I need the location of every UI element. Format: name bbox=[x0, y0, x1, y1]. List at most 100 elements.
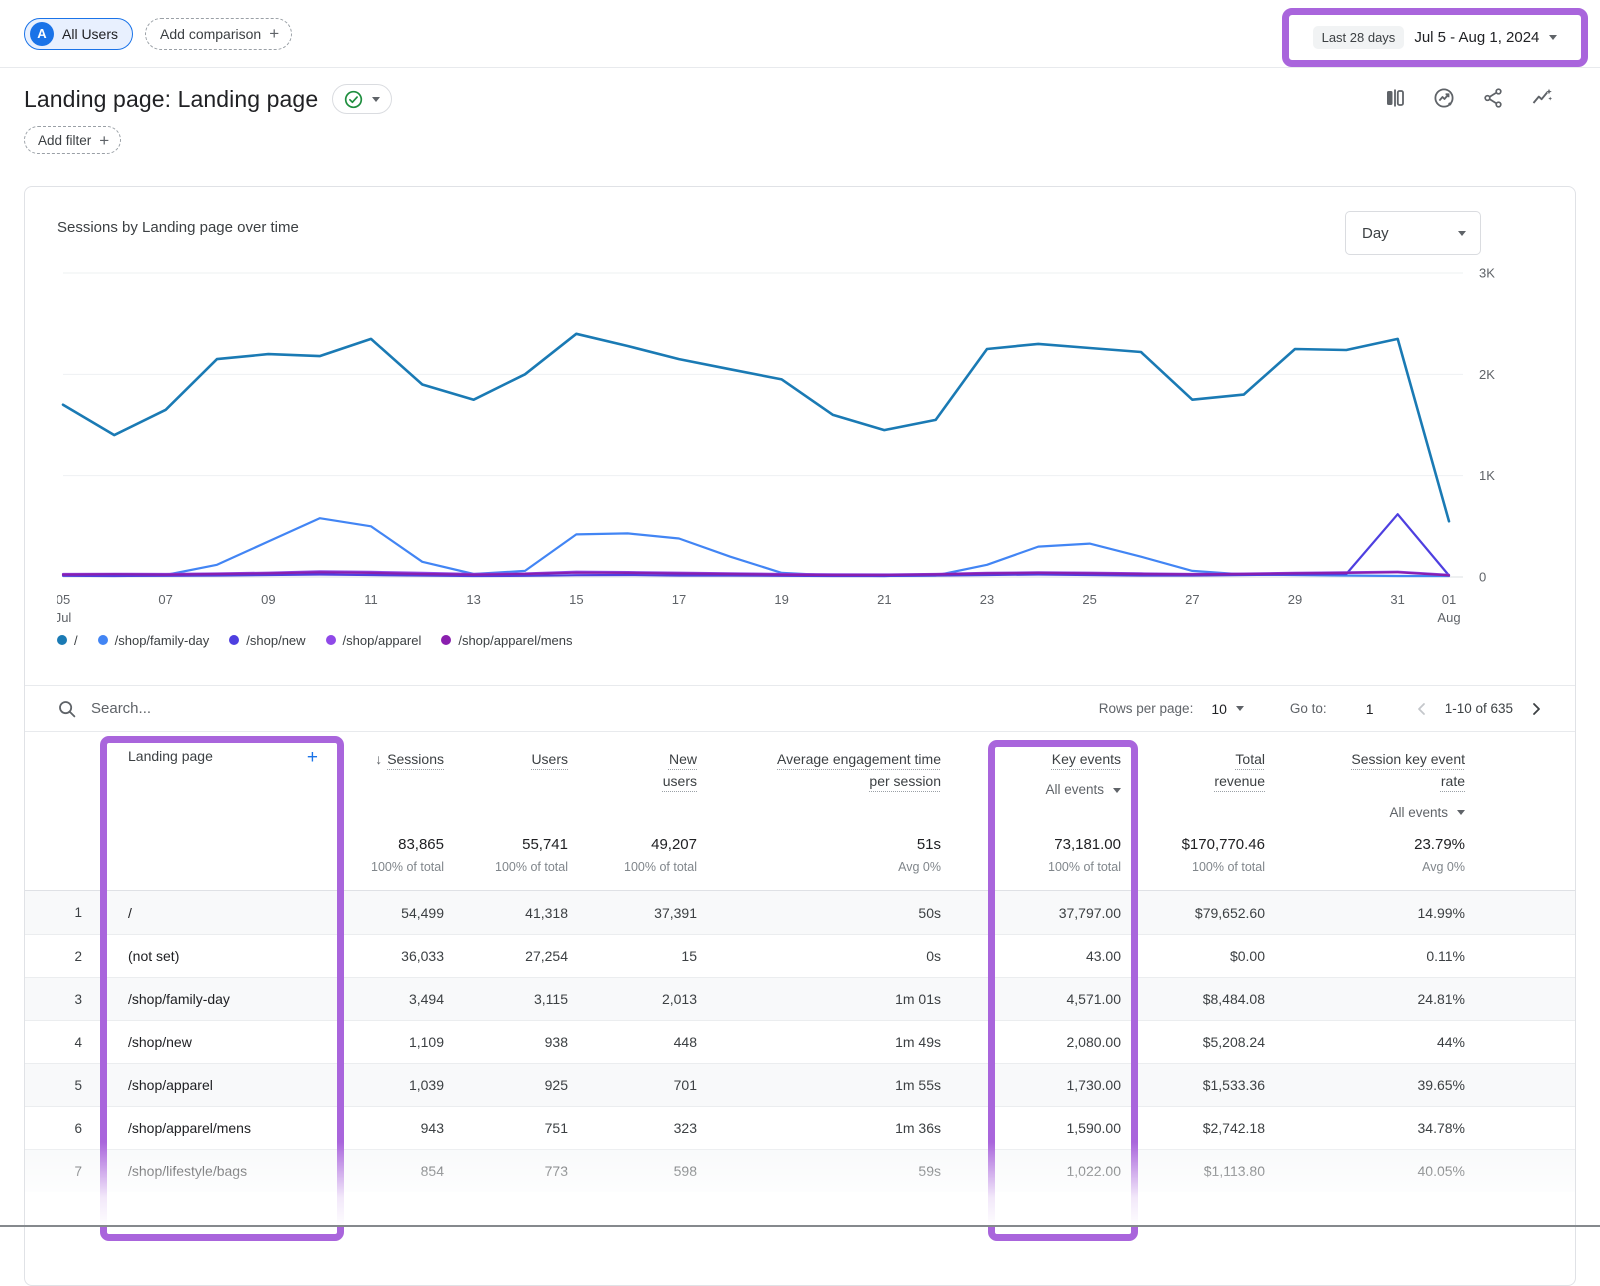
goto-page-input[interactable] bbox=[1353, 701, 1387, 717]
legend-item: /shop/new bbox=[229, 633, 305, 648]
search-icon bbox=[57, 699, 77, 719]
session-key-event-rate-cell: 39.65% bbox=[1265, 1077, 1465, 1093]
svg-text:29: 29 bbox=[1288, 592, 1302, 607]
column-header-users[interactable]: Users 55,741 100% of total bbox=[444, 748, 568, 890]
table-row: 6/shop/apparel/mens9437513231m 36s1,590.… bbox=[25, 1106, 1575, 1149]
column-header-sessions[interactable]: ↓Sessions 83,865 100% of total bbox=[344, 748, 444, 890]
legend-dot-icon bbox=[57, 635, 67, 645]
key-events-cell: 1,590.00 bbox=[941, 1120, 1121, 1136]
add-filter-button[interactable]: Add filter + bbox=[24, 126, 121, 154]
table-body: 1/54,49941,31837,39150s37,797.00$79,652.… bbox=[25, 891, 1575, 1192]
svg-text:Jul: Jul bbox=[57, 610, 71, 625]
svg-text:09: 09 bbox=[261, 592, 275, 607]
row-number: 7 bbox=[25, 1164, 100, 1179]
legend-label: /shop/apparel bbox=[343, 633, 422, 648]
row-number: 2 bbox=[25, 949, 100, 964]
legend-label: /shop/family-day bbox=[115, 633, 210, 648]
share-icon[interactable] bbox=[1481, 86, 1505, 110]
chevron-right-icon[interactable] bbox=[1529, 702, 1543, 716]
chevron-down-icon bbox=[1113, 788, 1121, 793]
sessions-cell: 1,109 bbox=[344, 1034, 444, 1050]
users-cell: 27,254 bbox=[444, 948, 568, 964]
new-users-cell: 37,391 bbox=[568, 905, 697, 921]
session-rate-selector[interactable]: All events bbox=[1265, 802, 1465, 824]
total-revenue-cell: $1,533.36 bbox=[1121, 1077, 1265, 1093]
comparison-columns-icon[interactable] bbox=[1383, 86, 1407, 110]
total-revenue-cell: $1,113.80 bbox=[1121, 1163, 1265, 1179]
date-range-picker[interactable]: Last 28 days Jul 5 - Aug 1, 2024 bbox=[1309, 26, 1562, 49]
insights-circle-icon[interactable] bbox=[1432, 86, 1456, 110]
svg-text:19: 19 bbox=[774, 592, 788, 607]
filler-header bbox=[1465, 748, 1575, 890]
add-comparison-button[interactable]: Add comparison + bbox=[145, 18, 292, 50]
goto-label: Go to: bbox=[1290, 701, 1327, 716]
granularity-select[interactable]: Day bbox=[1345, 211, 1481, 255]
svg-text:17: 17 bbox=[672, 592, 686, 607]
session-key-event-rate-cell: 14.99% bbox=[1265, 905, 1465, 921]
landing-page-header-label[interactable]: Landing page bbox=[128, 748, 213, 769]
svg-text:05: 05 bbox=[57, 592, 70, 607]
new-users-cell: 2,013 bbox=[568, 991, 697, 1007]
audience-chip-all-users[interactable]: A All Users bbox=[24, 18, 133, 50]
legend-dot-icon bbox=[229, 635, 239, 645]
avg-engagement-time-cell: 59s bbox=[697, 1163, 941, 1179]
new-users-total: 49,207 100% of total bbox=[568, 836, 697, 874]
chevron-down-icon bbox=[372, 97, 380, 102]
landing-page-cell: /shop/apparel bbox=[100, 1077, 344, 1093]
legend-label: / bbox=[74, 633, 78, 648]
chevron-down-icon[interactable] bbox=[1236, 706, 1244, 711]
report-title-row: Landing page: Landing page bbox=[24, 84, 392, 114]
data-table: Landing page + ↓Sessions 83,865 100% of … bbox=[25, 732, 1575, 1192]
sessions-cell: 854 bbox=[344, 1163, 444, 1179]
avg-engagement-time-cell: 0s bbox=[697, 948, 941, 964]
date-range-text: Jul 5 - Aug 1, 2024 bbox=[1414, 29, 1539, 46]
column-header-avg-engagement[interactable]: Average engagement time per session 51s … bbox=[697, 748, 941, 890]
new-users-cell: 448 bbox=[568, 1034, 697, 1050]
report-status-badge[interactable] bbox=[332, 84, 392, 114]
legend-item: /shop/apparel/mens bbox=[441, 633, 572, 648]
key-events-selector[interactable]: All events bbox=[941, 779, 1121, 801]
svg-text:2K: 2K bbox=[1479, 367, 1495, 382]
add-comparison-label: Add comparison bbox=[160, 26, 261, 42]
landing-page-cell: /shop/apparel/mens bbox=[100, 1120, 344, 1136]
rows-per-page-value[interactable]: 10 bbox=[1211, 701, 1227, 717]
column-header-session-rate[interactable]: Session key event rate All events 23.79%… bbox=[1265, 748, 1465, 890]
table-toolbar: Rows per page: 10 Go to: 1-10 of 635 bbox=[25, 685, 1575, 732]
legend-item: / bbox=[57, 633, 78, 648]
key-events-cell: 1,730.00 bbox=[941, 1077, 1121, 1093]
search-input[interactable] bbox=[91, 700, 391, 717]
chevron-down-icon bbox=[1458, 231, 1466, 236]
sessions-cell: 36,033 bbox=[344, 948, 444, 964]
add-dimension-icon[interactable]: + bbox=[307, 748, 318, 769]
session-key-event-rate-cell: 24.81% bbox=[1265, 991, 1465, 1007]
audience-avatar: A bbox=[30, 22, 54, 46]
column-header-total-revenue[interactable]: Total revenue $170,770.46 100% of total bbox=[1121, 748, 1265, 890]
insights-spark-icon[interactable] bbox=[1530, 86, 1554, 110]
plus-icon: + bbox=[269, 25, 279, 42]
column-header-landing-page: Landing page + bbox=[100, 748, 344, 890]
legend-item: /shop/family-day bbox=[98, 633, 210, 648]
new-users-cell: 323 bbox=[568, 1120, 697, 1136]
column-header-new-users[interactable]: New users 49,207 100% of total bbox=[568, 748, 697, 890]
landing-page-cell: (not set) bbox=[100, 948, 344, 964]
table-row: 3/shop/family-day3,4943,1152,0131m 01s4,… bbox=[25, 977, 1575, 1020]
total-revenue-cell: $2,742.18 bbox=[1121, 1120, 1265, 1136]
avg-engagement-time-cell: 1m 55s bbox=[697, 1077, 941, 1093]
chevron-down-icon bbox=[1457, 810, 1465, 815]
key-events-cell: 2,080.00 bbox=[941, 1034, 1121, 1050]
new-users-cell: 598 bbox=[568, 1163, 697, 1179]
table-row: 7/shop/lifestyle/bags85477359859s1,022.0… bbox=[25, 1149, 1575, 1192]
total-revenue-cell: $5,208.24 bbox=[1121, 1034, 1265, 1050]
users-cell: 41,318 bbox=[444, 905, 568, 921]
session-key-event-rate-cell: 40.05% bbox=[1265, 1163, 1465, 1179]
svg-text:13: 13 bbox=[466, 592, 480, 607]
table-row: 1/54,49941,31837,39150s37,797.00$79,652.… bbox=[25, 891, 1575, 934]
pager: 1-10 of 635 bbox=[1415, 701, 1543, 716]
sessions-cell: 54,499 bbox=[344, 905, 444, 921]
landing-page-cell: /shop/lifestyle/bags bbox=[100, 1163, 344, 1179]
row-number: 4 bbox=[25, 1035, 100, 1050]
column-header-key-events[interactable]: Key events All events 73,181.00 100% of … bbox=[941, 748, 1121, 890]
total-revenue-cell: $8,484.08 bbox=[1121, 991, 1265, 1007]
sessions-cell: 943 bbox=[344, 1120, 444, 1136]
chart-header: Sessions by Landing page over time Day bbox=[57, 211, 1543, 255]
